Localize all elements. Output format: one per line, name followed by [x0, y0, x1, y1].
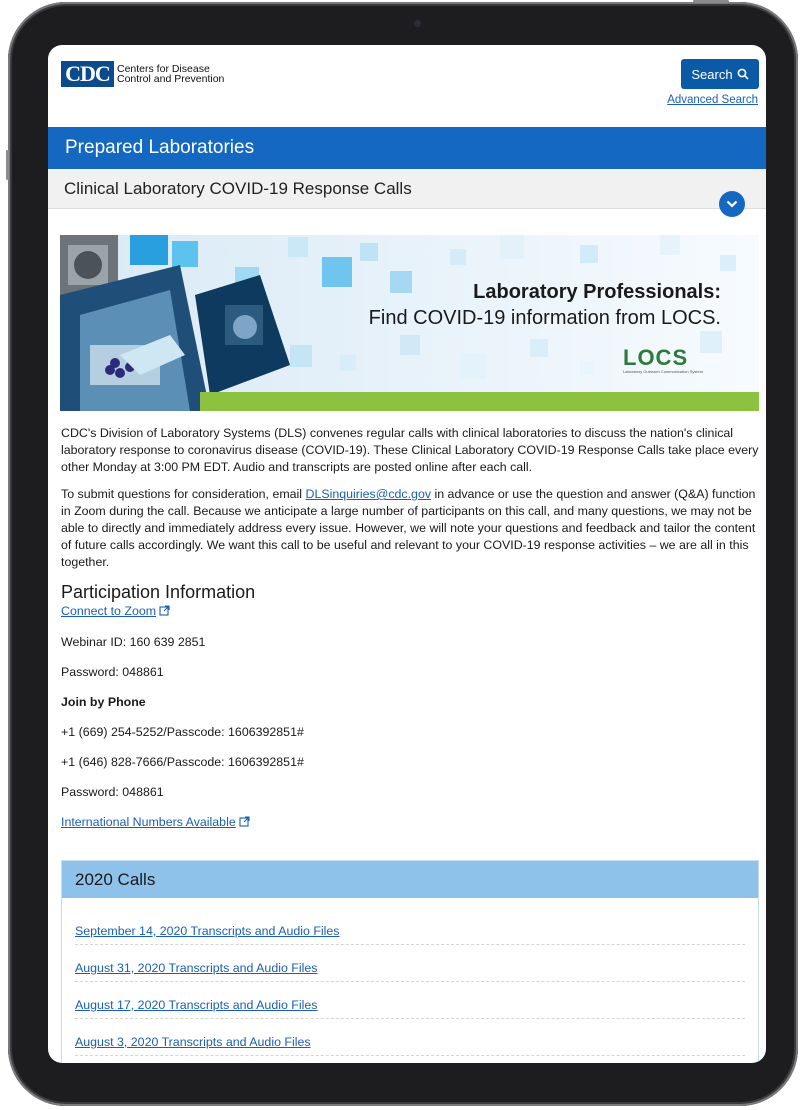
questions-paragraph: To submit questions for consideration, e… — [61, 486, 759, 571]
password-text: Password: 048861 — [61, 665, 164, 679]
site-header: CDC Centers for Disease Control and Prev… — [48, 45, 766, 127]
external-link-icon — [239, 816, 250, 827]
locs-banner[interactable]: Laboratory Professionals: Find COVID-19 … — [60, 235, 759, 411]
lab-photo-collage — [60, 235, 290, 411]
call-link[interactable]: August 17, 2020 Transcripts and Audio Fi… — [75, 998, 317, 1012]
subtitle-text: Clinical Laboratory COVID-19 Response Ca… — [64, 178, 412, 198]
call-link[interactable]: September 14, 2020 Transcripts and Audio… — [75, 924, 340, 938]
email-link[interactable]: DLSinquiries@cdc.gov — [306, 487, 432, 501]
main-content: CDC's Division of Laboratory Systems (DL… — [61, 425, 759, 844]
participation-heading: Participation Information — [61, 582, 256, 602]
locs-logo-word: LOCS — [623, 345, 689, 370]
chevron-down-icon[interactable] — [719, 191, 745, 217]
phone-password-text: Password: 048861 — [61, 785, 164, 799]
call-link[interactable]: August 3, 2020 Transcripts and Audio Fil… — [75, 1035, 311, 1049]
international-numbers-link[interactable]: International Numbers Available — [61, 815, 236, 829]
browser-screen: CDC Centers for Disease Control and Prev… — [48, 45, 766, 1063]
logo-line-2: Control and Prevention — [117, 73, 225, 85]
zoom-line: Connect to Zoom — [61, 603, 759, 620]
side-button — [6, 150, 9, 180]
banner-green-stripe — [200, 392, 759, 411]
list-item: August 17, 2020 Transcripts and Audio Fi… — [75, 982, 745, 1019]
list-item: September 14, 2020 Transcripts and Audio… — [75, 898, 745, 945]
list-item: August 31, 2020 Transcripts and Audio Fi… — [75, 945, 745, 982]
search-icon — [737, 68, 749, 80]
calls-accordion: 2020 Calls September 14, 2020 Transcript… — [61, 860, 759, 1063]
banner-headline: Laboratory Professionals: — [473, 281, 721, 303]
search-button-label: Search — [691, 66, 733, 82]
questions-text-before: To submit questions for consideration, e… — [61, 487, 306, 501]
phone-number-1: +1 (669) 254-5252/Passcode: 1606392851# — [61, 725, 304, 739]
top-button — [693, 0, 729, 3]
advanced-search-link[interactable]: Advanced Search — [667, 94, 758, 106]
accordion-body: September 14, 2020 Transcripts and Audio… — [62, 898, 758, 1056]
search-button[interactable]: Search — [681, 59, 759, 89]
page-title: Prepared Laboratories — [48, 127, 766, 169]
banner-subline: Find COVID-19 information from LOCS. — [368, 307, 721, 329]
camera-dot — [414, 20, 421, 27]
locs-logo: LOCS Laboratory Outreach Communication S… — [623, 345, 703, 374]
webinar-id: Webinar ID: 160 639 2851 — [61, 635, 206, 649]
cdc-logo-text: Centers for Disease Control and Preventi… — [117, 64, 225, 85]
international-line: International Numbers Available — [61, 814, 759, 831]
cdc-logo-mark: CDC — [61, 61, 114, 87]
connect-zoom-link[interactable]: Connect to Zoom — [61, 604, 156, 618]
page-subtitle: Clinical Laboratory COVID-19 Response Ca… — [48, 169, 766, 217]
list-item: August 3, 2020 Transcripts and Audio Fil… — [75, 1019, 745, 1056]
cdc-logo[interactable]: CDC Centers for Disease Control and Prev… — [61, 61, 224, 87]
external-link-icon — [159, 605, 170, 616]
call-link[interactable]: August 31, 2020 Transcripts and Audio Fi… — [75, 961, 317, 975]
phone-number-2: +1 (646) 828-7666/Passcode: 1606392851# — [61, 755, 304, 769]
locs-logo-tag: Laboratory Outreach Communication System — [623, 369, 704, 374]
accordion-heading[interactable]: 2020 Calls — [62, 861, 758, 898]
join-by-phone-label: Join by Phone — [61, 695, 146, 709]
intro-paragraph: CDC's Division of Laboratory Systems (DL… — [61, 426, 759, 474]
